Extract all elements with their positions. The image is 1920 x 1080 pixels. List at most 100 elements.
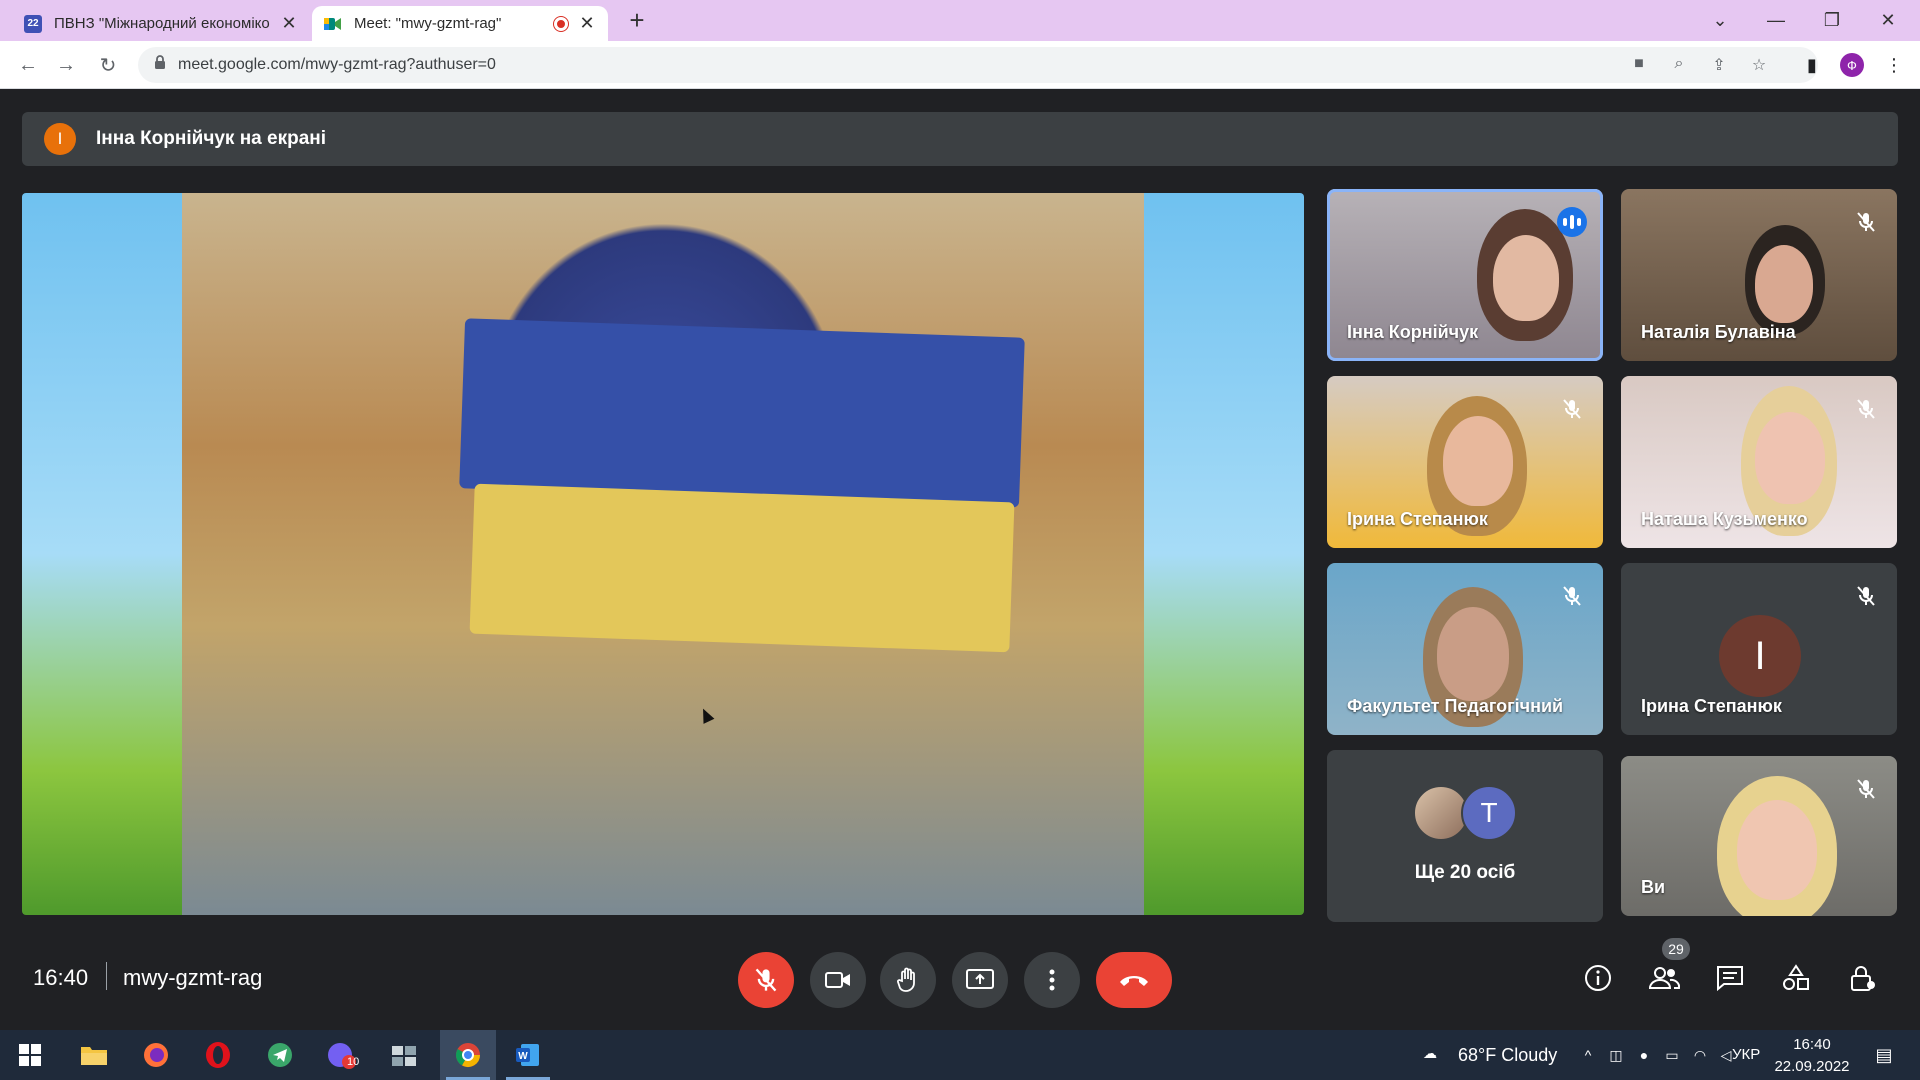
speaking-indicator-icon bbox=[1557, 207, 1587, 237]
mic-off-icon bbox=[1853, 583, 1879, 609]
participant-name: Факультет Педагогічний bbox=[1347, 696, 1564, 716]
participant-tile[interactable]: Інна Корнійчук bbox=[1327, 189, 1603, 361]
minimize-window-icon[interactable]: — bbox=[1748, 0, 1804, 41]
profile-avatar[interactable]: Ф bbox=[1838, 51, 1866, 79]
window-grid-icon bbox=[392, 1046, 416, 1066]
activities-button[interactable] bbox=[1778, 960, 1814, 996]
share-icon[interactable]: ⇪ bbox=[1708, 55, 1730, 75]
participant-name: Інна Корнійчук bbox=[1347, 322, 1479, 342]
more-participants-tile[interactable]: T Ще 20 осіб bbox=[1327, 750, 1603, 922]
viber-unread-badge: 10 bbox=[347, 1056, 360, 1068]
reload-icon[interactable]: ↻ bbox=[94, 51, 122, 79]
close-window-icon[interactable]: ✕ bbox=[1860, 0, 1916, 41]
weather-text[interactable]: 68°F Cloudy bbox=[1458, 1045, 1557, 1066]
mic-off-icon bbox=[755, 968, 777, 992]
start-button[interactable] bbox=[2, 1030, 58, 1080]
folder-icon bbox=[81, 1047, 107, 1065]
leave-call-button[interactable] bbox=[1096, 952, 1172, 1008]
tab-google-meet[interactable]: Meet: "mwy-gzmt-rag" ✕ bbox=[312, 6, 608, 41]
participant-tile[interactable]: Ірина Степанюк bbox=[1327, 376, 1603, 548]
self-view-tile[interactable]: Ви bbox=[1621, 756, 1897, 916]
host-controls-button[interactable] bbox=[1844, 960, 1880, 996]
side-panel-icon[interactable]: ▮ bbox=[1798, 51, 1826, 79]
camera-in-use-icon[interactable]: ■ bbox=[1628, 55, 1650, 75]
raise-hand-icon bbox=[897, 967, 915, 992]
new-tab-button[interactable]: + bbox=[622, 6, 652, 36]
meeting-details-button[interactable] bbox=[1580, 960, 1616, 996]
present-screen-icon bbox=[966, 969, 994, 989]
present-screen-button[interactable] bbox=[952, 952, 1008, 1008]
bookmark-star-icon[interactable]: ☆ bbox=[1748, 55, 1770, 75]
chat-button[interactable] bbox=[1712, 960, 1748, 996]
chat-icon bbox=[1717, 966, 1743, 991]
wifi-icon[interactable]: ◠ bbox=[1690, 1045, 1710, 1065]
address-bar[interactable]: meet.google.com/mwy-gzmt-rag?authuser=0 … bbox=[138, 47, 1818, 83]
tab-title: Meet: "mwy-gzmt-rag" bbox=[354, 15, 502, 32]
telegram-icon bbox=[268, 1043, 292, 1067]
participant-face bbox=[1755, 245, 1813, 323]
chrome-app[interactable] bbox=[440, 1030, 496, 1080]
forward-arrow-icon[interactable]: → bbox=[52, 51, 80, 79]
tab-search-chevron-icon[interactable]: ⌄ bbox=[1692, 0, 1748, 41]
participant-tile[interactable]: Факультет Педагогічний bbox=[1327, 563, 1603, 735]
participant-name: Наташа Кузьменко bbox=[1641, 509, 1808, 529]
participant-face bbox=[1755, 412, 1825, 504]
firefox-app[interactable] bbox=[128, 1030, 184, 1080]
blue-banner bbox=[459, 318, 1025, 508]
system-clock[interactable]: 16:40 22.09.2022 bbox=[1760, 1034, 1864, 1078]
browser-menu-icon[interactable]: ⋮ bbox=[1880, 51, 1908, 79]
back-arrow-icon[interactable]: ← bbox=[14, 51, 42, 79]
participant-name: Наталія Булавіна bbox=[1641, 322, 1796, 342]
raise-hand-button[interactable] bbox=[880, 952, 936, 1008]
camera-tray-icon[interactable]: ◫ bbox=[1606, 1045, 1626, 1065]
browser-tab-strip: 22 ПВНЗ "Міжнародний економіко ✕ Meet: "… bbox=[0, 0, 1920, 41]
calendar-favicon-icon: 22 bbox=[24, 14, 42, 33]
participant-face bbox=[1737, 800, 1817, 900]
input-language[interactable]: УКР bbox=[1732, 1046, 1760, 1063]
show-hidden-icons-chevron-icon[interactable]: ^ bbox=[1578, 1045, 1598, 1065]
weather-cloud-icon[interactable]: ☁ bbox=[1420, 1043, 1440, 1063]
participant-name: Ви bbox=[1641, 877, 1666, 897]
show-everyone-button[interactable] bbox=[1646, 960, 1682, 996]
meeting-clock: 16:40 bbox=[33, 965, 89, 990]
more-options-button[interactable] bbox=[1024, 952, 1080, 1008]
participant-tile[interactable]: І Ірина Степанюк bbox=[1621, 563, 1897, 735]
yellow-banner bbox=[469, 483, 1015, 653]
close-tab-icon[interactable]: ✕ bbox=[578, 13, 596, 34]
participant-tile[interactable]: Наташа Кузьменко bbox=[1621, 376, 1897, 548]
windows-taskbar: 10 W bbox=[0, 1030, 1920, 1080]
participant-avatar: І bbox=[1719, 615, 1801, 697]
presenter-avatar: І bbox=[44, 123, 76, 155]
microphone-tray-icon[interactable]: ● bbox=[1634, 1045, 1654, 1065]
meeting-code: mwy-gzmt-rag bbox=[123, 965, 263, 990]
opera-app[interactable] bbox=[190, 1030, 246, 1080]
divider bbox=[106, 962, 107, 990]
shared-screen-video[interactable] bbox=[22, 193, 1304, 915]
presentation-banner-text: Інна Корнійчук на екрані bbox=[96, 128, 327, 149]
restore-window-icon[interactable]: ❐ bbox=[1804, 0, 1860, 41]
battery-icon[interactable]: ▭ bbox=[1662, 1045, 1682, 1065]
host-lock-icon bbox=[1851, 966, 1875, 991]
browser-toolbar: ← → ↻ meet.google.com/mwy-gzmt-rag?authu… bbox=[0, 41, 1920, 89]
telegram-app[interactable] bbox=[252, 1030, 308, 1080]
close-tab-icon[interactable]: ✕ bbox=[280, 13, 298, 34]
mic-off-icon bbox=[1853, 396, 1879, 422]
file-explorer-app[interactable] bbox=[66, 1030, 122, 1080]
participant-tile[interactable]: Наталія Булавіна bbox=[1621, 189, 1897, 361]
participant-avatar: T bbox=[1461, 785, 1517, 841]
microphone-toggle-button[interactable] bbox=[738, 952, 794, 1008]
zoom-icon[interactable]: ⌕ bbox=[1668, 55, 1690, 75]
camera-toggle-button[interactable] bbox=[810, 952, 866, 1008]
viber-app[interactable]: 10 bbox=[314, 1030, 370, 1080]
tab-economics-university[interactable]: 22 ПВНЗ "Міжнародний економіко ✕ bbox=[12, 6, 310, 41]
task-manager-app[interactable] bbox=[376, 1030, 432, 1080]
notifications-icon[interactable]: ▤ bbox=[1874, 1045, 1894, 1065]
recording-indicator-icon bbox=[554, 16, 568, 31]
participant-face bbox=[1437, 607, 1509, 701]
windows-logo-icon bbox=[19, 1044, 41, 1066]
video-camera-icon bbox=[825, 972, 850, 988]
lock-icon bbox=[154, 55, 166, 75]
word-icon: W bbox=[516, 1044, 539, 1066]
word-app[interactable]: W bbox=[500, 1030, 556, 1080]
participant-name: Ірина Степанюк bbox=[1347, 509, 1488, 529]
